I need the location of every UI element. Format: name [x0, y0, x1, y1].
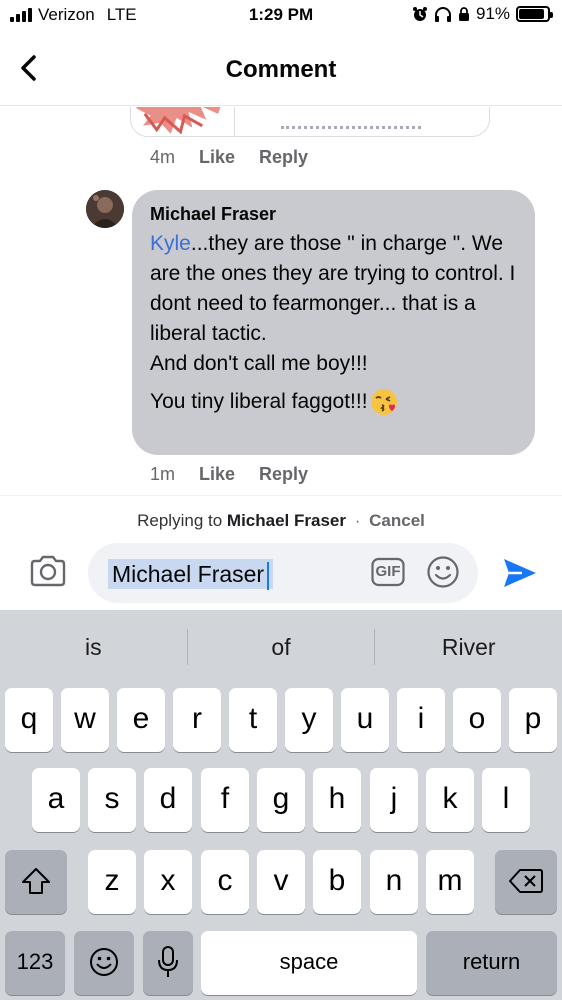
key-v[interactable]: v [257, 850, 305, 914]
key-t[interactable]: t [229, 688, 277, 752]
previous-comment-actions: 4m Like Reply [150, 147, 308, 168]
suggestion-3[interactable]: River [375, 626, 562, 668]
previous-comment-bubble[interactable] [130, 107, 490, 137]
key-g[interactable]: g [257, 768, 305, 832]
like-button[interactable]: Like [199, 464, 235, 485]
comment-body: Kyle...they are those " in charge ". We … [150, 229, 517, 417]
shift-icon [22, 868, 50, 894]
emoji-picker-icon[interactable] [426, 555, 460, 589]
status-bar: Verizon LTE 1:29 PM 91% [0, 0, 562, 32]
key-s[interactable]: s [88, 768, 136, 832]
gif-label: GIF [375, 563, 401, 580]
autocomplete-suggestions: is of River [0, 626, 562, 668]
camera-icon[interactable] [28, 551, 68, 591]
comment-time: 1m [150, 464, 176, 484]
comment-composer: Michael Fraser GIF [0, 535, 562, 610]
key-k[interactable]: k [426, 768, 474, 832]
headphones-icon [434, 7, 451, 22]
backspace-key[interactable] [495, 850, 557, 914]
comment-attachment-image[interactable] [131, 107, 235, 137]
key-p[interactable]: p [509, 688, 557, 752]
send-icon[interactable] [502, 557, 538, 589]
return-key[interactable]: return [426, 931, 557, 995]
key-q[interactable]: q [5, 688, 53, 752]
key-h[interactable]: h [313, 768, 361, 832]
key-b[interactable]: b [313, 850, 361, 914]
key-c[interactable]: c [201, 850, 249, 914]
comment-actions: 1m Like Reply [150, 464, 308, 485]
space-key[interactable]: space [201, 931, 417, 995]
status-indicators: 91% [412, 4, 553, 24]
dictation-key[interactable] [143, 931, 193, 995]
on-screen-keyboard: is of River q w e r t y u i o p a s d f … [0, 610, 562, 1000]
suggestion-2[interactable]: of [188, 626, 375, 668]
kiss-emoji-icon [370, 389, 397, 415]
previous-comment-text-hint [281, 126, 421, 130]
key-l[interactable]: l [482, 768, 530, 832]
key-n[interactable]: n [370, 850, 418, 914]
key-j[interactable]: j [370, 768, 418, 832]
replying-separator: · [354, 511, 361, 530]
comment-line-3: You tiny liberal faggot!!! [150, 390, 368, 413]
key-e[interactable]: e [117, 688, 165, 752]
battery-icon [516, 6, 553, 22]
microphone-icon [158, 946, 178, 977]
key-u[interactable]: u [341, 688, 389, 752]
comment-bubble[interactable]: Michael Fraser Kyle...they are those " i… [132, 190, 535, 455]
comment-author[interactable]: Michael Fraser [150, 204, 517, 225]
text-cursor [267, 561, 270, 590]
key-d[interactable]: d [144, 768, 192, 832]
reply-button[interactable]: Reply [259, 464, 308, 485]
header: Comment [0, 38, 562, 106]
key-x[interactable]: x [144, 850, 192, 914]
key-f[interactable]: f [201, 768, 249, 832]
shift-key[interactable] [5, 850, 67, 914]
battery-percent: 91% [475, 4, 510, 23]
replying-prefix: Replying to [137, 511, 223, 530]
key-i[interactable]: i [397, 688, 445, 752]
comment-input-text: Michael Fraser [112, 561, 265, 587]
emoji-key[interactable] [74, 931, 134, 995]
page-title: Comment [225, 56, 337, 83]
replying-banner: Replying to Michael Fraser · Cancel [0, 495, 562, 535]
previous-like-button[interactable]: Like [199, 147, 235, 168]
alarm-icon [412, 7, 427, 21]
key-z[interactable]: z [88, 850, 136, 914]
comment-feed[interactable]: 4m Like Reply Michael Fraser Kyle...they… [0, 107, 562, 495]
backspace-icon [509, 869, 543, 893]
mention-link[interactable]: Kyle [150, 232, 191, 255]
key-r[interactable]: r [173, 688, 221, 752]
cancel-reply-button[interactable]: Cancel [369, 511, 425, 530]
comment-input[interactable]: Michael Fraser GIF [88, 543, 478, 603]
suggestion-1[interactable]: is [0, 626, 187, 668]
comment-input-value[interactable]: Michael Fraser [108, 559, 274, 590]
previous-reply-button[interactable]: Reply [259, 147, 308, 168]
previous-comment-time: 4m [150, 147, 176, 167]
key-w[interactable]: w [61, 688, 109, 752]
key-m[interactable]: m [426, 850, 474, 914]
key-y[interactable]: y [285, 688, 333, 752]
comment-text: ...they are those " in charge ". We are … [150, 232, 516, 345]
key-o[interactable]: o [453, 688, 501, 752]
battery-level [519, 9, 545, 19]
avatar-photo [86, 190, 124, 228]
numbers-key[interactable]: 123 [5, 931, 65, 995]
emoji-keyboard-icon [90, 948, 118, 976]
gif-button[interactable]: GIF [371, 555, 405, 589]
rotation-lock-icon [458, 7, 469, 21]
key-a[interactable]: a [32, 768, 80, 832]
comment-line-2: And don't call me boy!!! [150, 352, 368, 375]
avatar[interactable] [86, 190, 124, 228]
replying-to-name: Michael Fraser [226, 511, 346, 530]
comment-line-3-row: You tiny liberal faggot!!! [150, 387, 517, 417]
